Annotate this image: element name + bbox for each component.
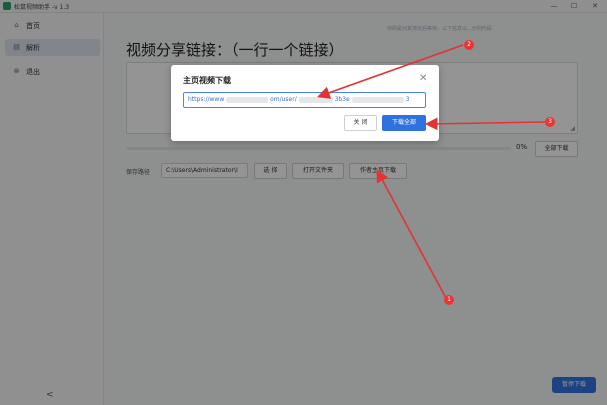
arrow-2 (316, 44, 464, 99)
badge-1: 1 (444, 295, 454, 305)
arrow-3 (424, 117, 546, 131)
badge-2: 2 (464, 40, 474, 50)
arrow-1 (376, 169, 447, 299)
annotation-arrows (316, 44, 546, 299)
badge-3: 3 (545, 117, 555, 127)
